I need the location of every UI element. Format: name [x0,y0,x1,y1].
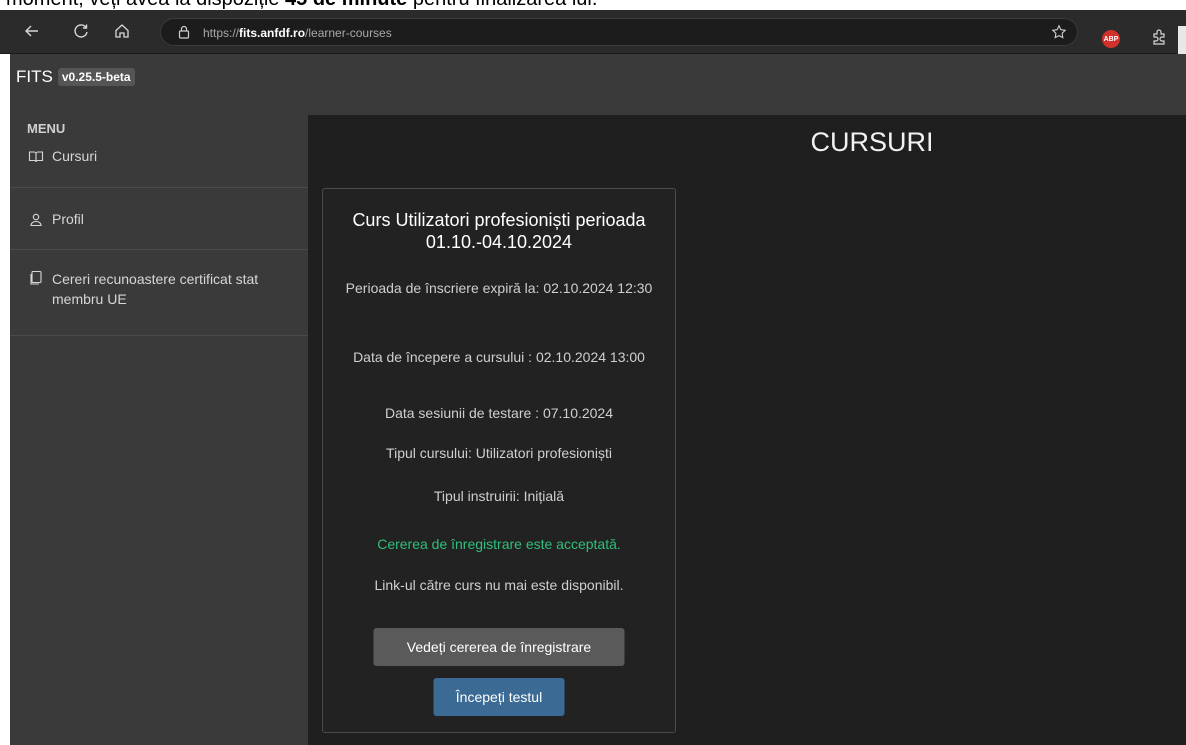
book-open-icon [28,149,44,165]
sidebar: MENU Cursuri Profil Cereri recunoastere … [10,115,308,745]
site-info-lock-icon[interactable] [177,25,191,44]
url-domain: fits.anfdf.ro [239,26,306,40]
browser-toolbar: https://fits.anfdf.ro/learner-courses AB… [0,10,1186,56]
test-session-date: Data sesiunii de testare : 07.10.2024 [384,405,614,421]
app-name: FITS [16,67,53,86]
enrollment-expiry: Perioada de înscriere expiră la: 02.10.2… [345,280,653,296]
registration-status: Cererea de înregistrare este acceptată. [377,536,621,552]
back-arrow-icon[interactable] [20,19,44,43]
favorite-star-icon[interactable] [1051,24,1067,45]
app-brand[interactable]: FITS v0.25.5-beta [16,67,135,87]
document-copy-icon [28,270,44,286]
start-test-button[interactable]: Începeți testul [433,678,565,716]
document-overlay-text: moment, veți avea la dispoziție 45 de mi… [0,0,1186,10]
overlay-text-suffix: pentru finalizarea lui. [407,0,598,10]
sidebar-item-label: Profil [52,211,84,227]
url-prefix: https:// [203,26,240,40]
url-path: /learner-courses [305,26,392,40]
adblock-extension-icon[interactable]: ABP [1102,30,1120,48]
window-edge [1178,26,1186,56]
sidebar-item-cereri[interactable]: Cereri recunoastere certificat stat memb… [10,250,308,336]
sidebar-item-label: Cereri recunoastere certificat stat memb… [52,271,259,307]
app-window: FITS v0.25.5-beta MENU Cursuri Profil Ce… [10,54,1186,745]
address-bar[interactable]: https://fits.anfdf.ro/learner-courses [160,18,1078,46]
course-title: Curs Utilizatori profesioniști perioada … [352,210,646,252]
course-start-date: Data de începere a cursului : 02.10.2024… [353,349,645,365]
url-text: https://fits.anfdf.ro/learner-courses [203,26,392,40]
course-card: Curs Utilizatori profesioniști perioada … [322,188,676,733]
app-header: FITS v0.25.5-beta [10,54,1186,115]
overlay-text-bold: 45 de minute [285,0,407,10]
page-title: CURSURI [810,127,934,157]
reload-icon[interactable] [69,19,93,43]
home-icon[interactable] [110,19,134,43]
course-link-status: Link-ul către curs nu mai este disponibi… [374,577,624,593]
sidebar-item-cursuri[interactable]: MENU Cursuri [10,115,308,188]
sidebar-item-profil[interactable]: Profil [10,188,308,250]
overlay-text-prefix: moment, veți avea la dispoziție [6,0,285,10]
menu-heading: MENU [27,121,66,136]
training-type: Tipul instruirii: Inițială [433,488,565,504]
view-registration-button[interactable]: Vedeți cererea de înregistrare [373,628,625,666]
user-icon [28,212,44,228]
course-type: Tipul cursului: Utilizatori profesionișt… [386,445,612,461]
main-content: CURSURI Curs Utilizatori profesioniști p… [308,115,1186,745]
sidebar-item-label: Cursuri [52,148,98,164]
extensions-puzzle-icon[interactable] [1150,28,1168,51]
version-badge: v0.25.5-beta [57,68,135,86]
